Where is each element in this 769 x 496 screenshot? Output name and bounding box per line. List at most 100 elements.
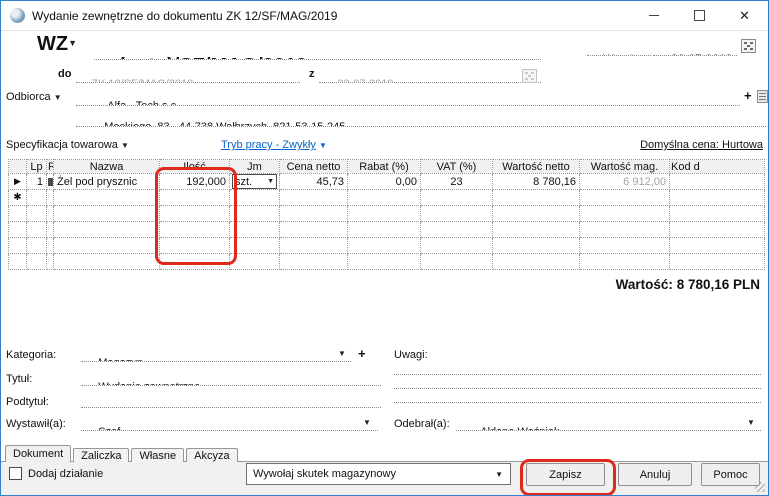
cell-empty[interactable] — [669, 253, 765, 270]
cell-empty[interactable] — [579, 253, 670, 270]
default-price-link[interactable]: Domyślna cena: Hurtowa — [640, 139, 763, 151]
cell-empty[interactable] — [669, 237, 765, 254]
new-row-icon[interactable]: ✱ — [8, 189, 27, 206]
cell-empty[interactable] — [53, 221, 160, 238]
cell-empty[interactable] — [53, 237, 160, 254]
cell-empty[interactable] — [46, 189, 54, 206]
cell-empty[interactable] — [420, 253, 493, 270]
tytul-field[interactable]: Wydanie zewnętrzne — [81, 369, 381, 386]
table-row-new[interactable]: ✱ — [8, 189, 765, 206]
podtytul-field[interactable] — [81, 392, 381, 408]
add-kategoria-button[interactable]: + — [358, 346, 366, 361]
cell-empty[interactable] — [26, 253, 47, 270]
cell-empty[interactable] — [420, 221, 493, 238]
cell-empty[interactable] — [229, 237, 280, 254]
cell-empty[interactable] — [229, 205, 280, 222]
jm-dropdown[interactable]: szt. ▼ — [232, 174, 277, 189]
cell-empty[interactable] — [579, 205, 670, 222]
table-row-empty[interactable] — [8, 237, 765, 254]
row-pointer-icon[interactable]: ▶ — [8, 173, 27, 190]
cell-empty[interactable] — [8, 221, 27, 238]
table-row-empty[interactable] — [8, 253, 765, 270]
spec-dropdown[interactable]: Specyfikacja towarowa ▼ — [6, 139, 129, 151]
title-bar[interactable]: Wydanie zewnętrzne do dokumentu ZK 12/SF… — [1, 1, 768, 31]
cell-empty[interactable] — [229, 253, 280, 270]
uwagi-line-2[interactable] — [394, 375, 761, 389]
cell-empty[interactable] — [420, 189, 493, 206]
cell-cena-netto[interactable]: 45,73 — [279, 173, 348, 190]
cell-empty[interactable] — [8, 205, 27, 222]
odebral-field[interactable]: Aldona Woźniak — [456, 414, 761, 431]
cell-empty[interactable] — [279, 189, 348, 206]
cell-empty[interactable] — [492, 253, 580, 270]
maximize-button[interactable] — [677, 1, 722, 29]
cell-empty[interactable] — [279, 205, 348, 222]
cell-empty[interactable] — [669, 205, 765, 222]
cell-empty[interactable] — [8, 253, 27, 270]
cell-rabat[interactable]: 0,00 — [347, 173, 421, 190]
cell-empty[interactable] — [26, 221, 47, 238]
add-action-checkbox[interactable] — [9, 467, 22, 480]
cell-wartosc-netto[interactable]: 8 780,16 — [492, 173, 580, 190]
work-mode-link[interactable]: Tryb pracy - Zwykły ▼ — [221, 139, 327, 151]
cell-empty[interactable] — [53, 189, 160, 206]
cell-empty[interactable] — [492, 221, 580, 238]
cell-empty[interactable] — [46, 221, 54, 238]
cell-r[interactable] — [46, 173, 54, 190]
recipient-name-field[interactable]: Alfa - Tech s.c. — [76, 88, 740, 106]
close-button[interactable]: ✕ — [722, 1, 767, 29]
cell-empty[interactable] — [347, 237, 421, 254]
cancel-button[interactable]: Anuluj — [618, 463, 692, 486]
wystawil-field[interactable]: Szef — [81, 414, 378, 431]
cell-wartosc-mag[interactable]: 6 912,00 — [579, 173, 670, 190]
cell-empty[interactable] — [229, 189, 280, 206]
cell-empty[interactable] — [53, 253, 160, 270]
cell-empty[interactable] — [420, 205, 493, 222]
cell-empty[interactable] — [46, 253, 54, 270]
cell-empty[interactable] — [46, 237, 54, 254]
resize-grip[interactable] — [755, 482, 765, 492]
doc-number-field[interactable]: (auto)/SF/MAG/2019 — [94, 32, 541, 60]
recipient-list-icon[interactable] — [757, 90, 768, 103]
cell-empty[interactable] — [579, 189, 670, 206]
kategoria-dropdown-icon[interactable]: ▼ — [338, 350, 346, 358]
tab-dokument[interactable]: Dokument — [5, 445, 72, 462]
cell-empty[interactable] — [347, 205, 421, 222]
cell-empty[interactable] — [492, 237, 580, 254]
cell-lp[interactable]: 1 — [26, 173, 47, 190]
cell-empty[interactable] — [347, 253, 421, 270]
cell-empty[interactable] — [492, 189, 580, 206]
cell-empty[interactable] — [26, 189, 47, 206]
tab-akcyza[interactable]: Akcyza — [186, 448, 238, 462]
calendar-icon[interactable] — [741, 39, 756, 53]
date-field[interactable]: 26-07-2019 — [653, 38, 737, 56]
cell-empty[interactable] — [229, 221, 280, 238]
cell-jm[interactable]: szt. ▼ — [229, 173, 280, 190]
cell-empty[interactable] — [579, 221, 670, 238]
recipient-dropdown[interactable]: Odbiorca ▼ — [6, 91, 62, 103]
cell-vat[interactable]: 23 — [420, 173, 493, 190]
table-row-empty[interactable] — [8, 221, 765, 238]
cell-empty[interactable] — [53, 205, 160, 222]
help-button[interactable]: Pomoc — [701, 463, 760, 486]
table-row-empty[interactable] — [8, 205, 765, 222]
warehouse-effect-select[interactable]: Wywołaj skutek magazynowy ▼ — [246, 463, 511, 485]
cell-empty[interactable] — [279, 237, 348, 254]
cell-empty[interactable] — [347, 189, 421, 206]
tab-zaliczka[interactable]: Zaliczka — [73, 448, 130, 462]
recipient-details-field[interactable]: Męckiego 83 , 44-738 Wałbrzych, 821-53-1… — [76, 109, 766, 127]
wystawil-dropdown-icon[interactable]: ▼ — [363, 419, 371, 427]
cell-empty[interactable] — [347, 221, 421, 238]
cell-empty[interactable] — [579, 237, 670, 254]
cell-empty[interactable] — [669, 221, 765, 238]
tab-wlasne[interactable]: Własne — [131, 448, 185, 462]
cell-empty[interactable] — [420, 237, 493, 254]
cell-empty[interactable] — [46, 205, 54, 222]
cell-empty[interactable] — [279, 221, 348, 238]
odebral-dropdown-icon[interactable]: ▼ — [747, 419, 755, 427]
table-row-item[interactable]: ▶ 1 Żel pod prysznic 192,000 szt. ▼ 45,7… — [8, 173, 765, 190]
cell-empty[interactable] — [279, 253, 348, 270]
doc-type-dropdown[interactable]: WZ▼ — [37, 33, 77, 56]
cell-kod[interactable] — [669, 173, 765, 190]
cell-empty[interactable] — [8, 237, 27, 254]
